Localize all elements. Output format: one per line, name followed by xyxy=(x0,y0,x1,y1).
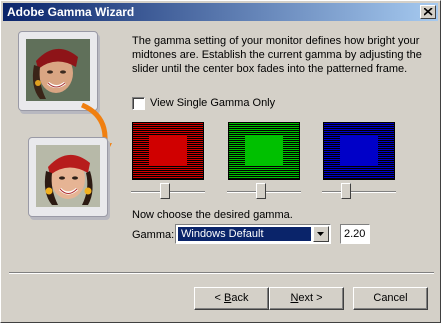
gamma-label: Gamma: xyxy=(132,229,175,241)
view-single-gamma-checkbox[interactable] xyxy=(132,97,145,110)
view-single-gamma-label[interactable]: View Single Gamma Only xyxy=(150,97,275,110)
close-button[interactable] xyxy=(420,5,436,19)
instructions-text: The gamma setting of your monitor define… xyxy=(132,35,422,75)
wizard-window: Adobe Gamma Wizard The gamma setting of … xyxy=(0,0,441,323)
red-slider-thumb[interactable] xyxy=(160,183,170,199)
red-gamma-swatch xyxy=(132,122,204,180)
gamma-value-field[interactable]: 2.20 xyxy=(340,224,370,244)
choose-gamma-text: Now choose the desired gamma. xyxy=(132,209,293,221)
next-button[interactable]: Next > xyxy=(269,287,344,310)
chevron-down-icon xyxy=(317,232,324,236)
gamma-dropdown-button[interactable] xyxy=(313,226,329,242)
green-gamma-swatch xyxy=(228,122,300,180)
window-title: Adobe Gamma Wizard xyxy=(7,5,135,19)
close-icon xyxy=(424,8,433,16)
blue-gamma-slider[interactable] xyxy=(322,183,396,199)
title-bar[interactable]: Adobe Gamma Wizard xyxy=(3,3,438,21)
red-gamma-slider[interactable] xyxy=(131,183,205,199)
cancel-button[interactable]: Cancel xyxy=(353,287,428,310)
back-button[interactable]: < Back xyxy=(194,287,269,310)
gamma-select[interactable]: Windows Default xyxy=(175,224,331,244)
green-gamma-slider[interactable] xyxy=(227,183,301,199)
monitor-illustration xyxy=(18,31,120,223)
monitor-after xyxy=(28,137,108,217)
gamma-select-value[interactable]: Windows Default xyxy=(178,227,311,241)
blue-gamma-swatch xyxy=(323,122,395,180)
separator xyxy=(9,272,434,274)
green-slider-thumb[interactable] xyxy=(256,183,266,199)
blue-slider-thumb[interactable] xyxy=(341,183,351,199)
monitor-before xyxy=(18,31,98,111)
